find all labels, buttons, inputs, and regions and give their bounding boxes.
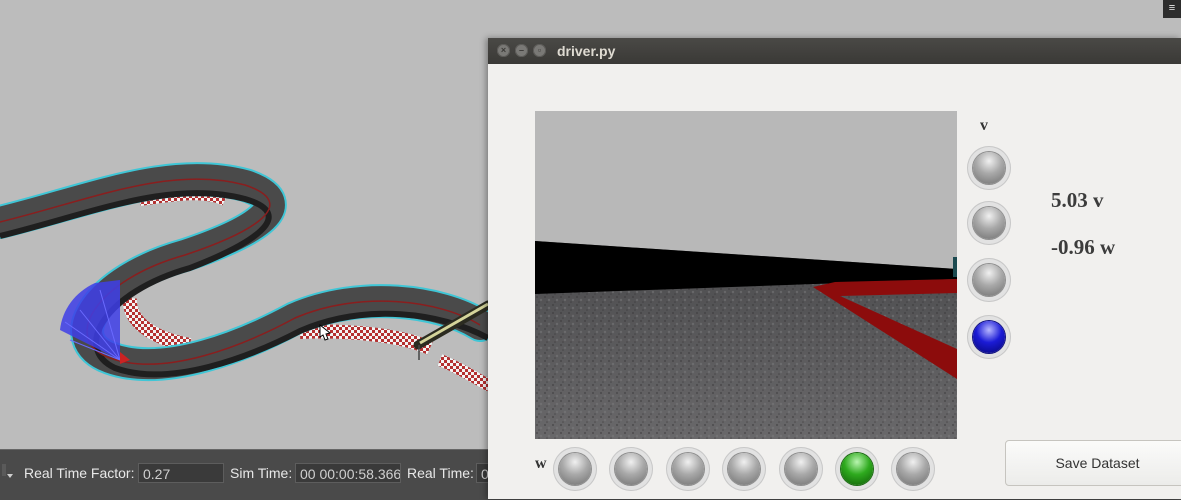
- driver-window: × – ▫ driver.py v 5.03 v -0.96 w w Save …: [488, 38, 1181, 499]
- v-indicator: [967, 258, 1011, 302]
- w-indicator: [553, 447, 597, 491]
- w-indicator: [779, 447, 823, 491]
- w-indicator: [891, 447, 935, 491]
- chevron-down-icon[interactable]: [0, 464, 14, 482]
- window-titlebar[interactable]: × – ▫ driver.py: [488, 38, 1181, 64]
- camera-image: [535, 111, 957, 439]
- v-value: 5.03 v: [1051, 188, 1104, 212]
- v-axis-label: v: [980, 117, 988, 134]
- w-indicator: [722, 447, 766, 491]
- real-time-label: Real Time:: [407, 465, 474, 481]
- w-indicator: [666, 447, 710, 491]
- w-axis-label: w: [535, 455, 547, 472]
- w-indicator: [835, 447, 879, 491]
- v-indicator: [967, 146, 1011, 190]
- real-time-factor-label: Real Time Factor:: [24, 465, 135, 481]
- window-title: driver.py: [557, 43, 616, 59]
- minimize-icon[interactable]: –: [515, 44, 528, 57]
- v-indicator: [967, 201, 1011, 245]
- sim-time-field: 00 00:00:58.366: [295, 463, 401, 483]
- close-icon[interactable]: ×: [497, 44, 510, 57]
- v-indicator: [967, 315, 1011, 359]
- maximize-icon[interactable]: ▫: [533, 44, 546, 57]
- sim-time-label: Sim Time:: [230, 465, 293, 481]
- real-time-factor-field: 0.27: [138, 463, 224, 483]
- menu-icon[interactable]: ≡: [1163, 0, 1181, 18]
- w-value: -0.96 w: [1051, 235, 1116, 259]
- w-indicator: [609, 447, 653, 491]
- save-dataset-button[interactable]: Save Dataset: [1005, 440, 1181, 486]
